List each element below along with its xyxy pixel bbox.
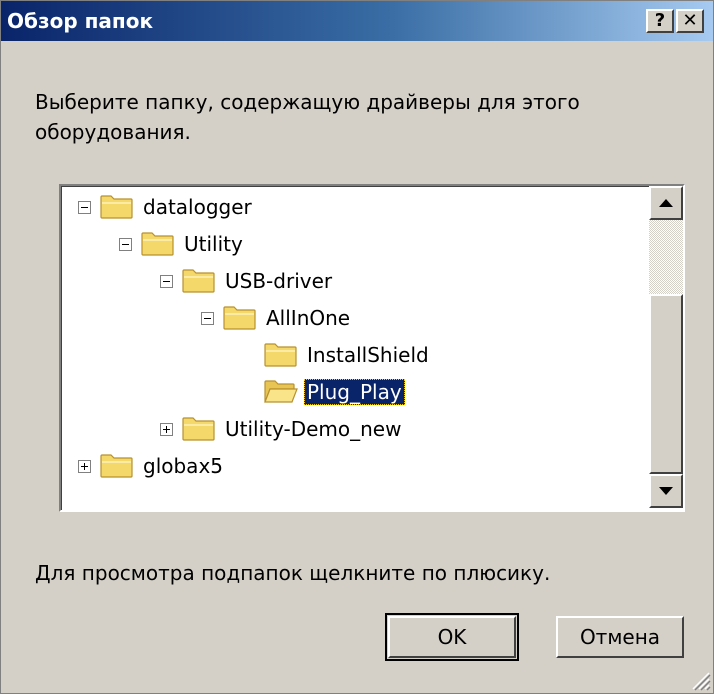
browse-folders-dialog: Обзор папок ? ✕ Выберите папку, содержащ… [0, 0, 714, 694]
tree-item-label: datalogger [143, 195, 252, 219]
tree-item[interactable]: Utility [119, 226, 246, 262]
folder-icon [100, 454, 134, 478]
folder-icon [223, 306, 257, 330]
tree-item[interactable]: Plug_Play [242, 374, 405, 410]
help-button[interactable]: ? [646, 9, 674, 33]
tree-item-label: Utility [184, 232, 243, 256]
instruction-text: Выберите папку, содержащую драйверы для … [35, 90, 580, 144]
ok-button[interactable]: OK [385, 613, 519, 661]
folder-tree-frame: datalogger Utility USB-driver AllInOne Insta… [59, 184, 685, 512]
plus-box-icon[interactable] [160, 422, 173, 436]
arrow-down-icon [659, 487, 673, 495]
arrow-up-icon [659, 199, 673, 207]
folder-icon [182, 417, 216, 441]
scroll-up-button[interactable] [649, 186, 683, 220]
minus-box-icon[interactable] [201, 311, 214, 325]
folder-icon [100, 195, 134, 219]
hint-text: Для просмотра подпапок щелкните по плюси… [35, 561, 551, 585]
tree-item[interactable]: AllInOne [201, 300, 353, 336]
tree-item-label: InstallShield [307, 343, 429, 367]
vertical-scrollbar[interactable] [649, 186, 683, 508]
folder-tree[interactable]: datalogger Utility USB-driver AllInOne Insta… [61, 186, 683, 510]
resize-grip-icon[interactable] [687, 667, 711, 691]
close-icon: ✕ [682, 10, 698, 31]
tree-item-label: AllInOne [266, 306, 351, 330]
scroll-thumb[interactable] [649, 294, 683, 474]
close-button[interactable]: ✕ [676, 9, 704, 33]
dialog-title: Обзор папок [7, 9, 154, 33]
tree-item-label: Plug_Play [304, 379, 405, 405]
tree-item[interactable]: USB-driver [160, 263, 335, 299]
tree-item-label: Utility-Demo_new [225, 417, 402, 441]
tree-item[interactable]: InstallShield [242, 337, 432, 373]
tree-item-label: USB-driver [225, 269, 333, 293]
scroll-down-button[interactable] [649, 474, 683, 508]
folder-icon [141, 232, 175, 256]
title-bar[interactable]: Обзор папок ? ✕ [1, 1, 713, 41]
folder-icon [264, 343, 298, 367]
folder-open-icon [264, 380, 298, 404]
minus-box-icon[interactable] [119, 237, 132, 251]
tree-item-label: globax5 [143, 454, 223, 478]
cancel-button[interactable]: Отмена [556, 616, 684, 658]
tree-item[interactable]: globax5 [78, 448, 226, 484]
help-icon: ? [654, 10, 666, 31]
plus-box-icon[interactable] [78, 459, 91, 473]
tree-item[interactable]: Utility-Demo_new [160, 411, 404, 447]
folder-icon [182, 269, 216, 293]
minus-box-icon[interactable] [78, 200, 91, 214]
minus-box-icon[interactable] [160, 274, 173, 288]
tree-item[interactable]: datalogger [78, 189, 255, 225]
